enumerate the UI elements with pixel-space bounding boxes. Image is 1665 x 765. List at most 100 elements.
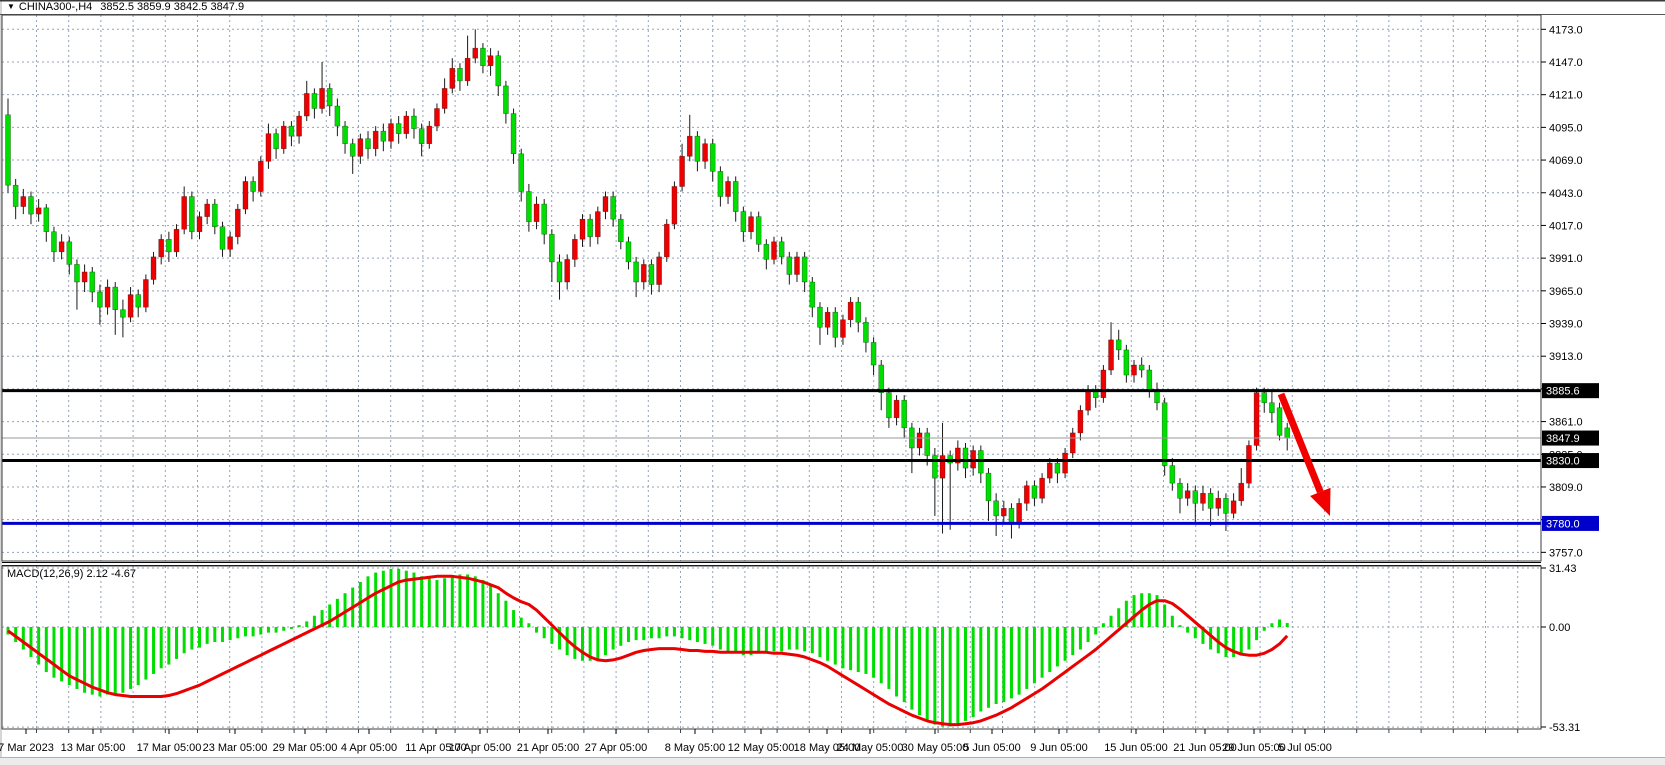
candle [158,238,164,258]
open-value: 3852.5 [100,1,134,13]
candle [633,261,639,283]
candle [679,155,685,187]
candle [916,432,923,449]
candle [303,93,310,117]
price-tick-label: 3913.0 [1549,351,1583,363]
candle [763,243,770,260]
price-badge: 3885.6 [1542,383,1599,399]
candle [403,115,410,134]
candle [832,311,839,338]
candle [227,236,233,250]
price-axis[interactable]: 4173.0 4147.0 4121.0 4095.0 4069.0 4043.0 4017… [1541,24,1583,734]
candle [66,241,73,265]
main-pane-border [1,14,1542,562]
date-tick-label: 13 Mar 05:00 [61,742,126,754]
candle [579,218,586,240]
candle [840,319,846,338]
price-tick-label: 4121.0 [1549,90,1583,102]
candle [572,238,578,260]
date-tick-label: 29 Jun 05:00 [1222,742,1286,754]
candle [150,256,157,280]
candle [617,218,624,243]
date-tick-label: 5 Jun 05:00 [963,742,1021,754]
candle [196,216,203,233]
chevron-down-icon[interactable]: ▼ [7,2,15,11]
candle [625,241,632,263]
symbol-name: CHINA300- [18,1,76,13]
price-tick-label: 3861.0 [1549,417,1583,429]
candle [181,196,187,230]
candle [1031,485,1038,499]
price-tick-label: 4069.0 [1549,155,1583,167]
candle [1100,369,1107,398]
candle [725,181,731,197]
candle [35,207,42,215]
candle [127,294,134,318]
candle [1184,490,1191,499]
candle [143,279,149,308]
price-chart-canvas[interactable]: 4173.0 4147.0 4121.0 4095.0 4069.0 4043.0 4017… [0,0,1665,765]
candles-group [5,29,1291,539]
candle [771,241,777,260]
candle [901,399,908,429]
price-tick-label: 3757.0 [1549,547,1583,559]
candle [886,392,892,419]
candle [801,256,808,283]
candle [671,186,678,225]
candle [1008,508,1015,524]
candle [1192,490,1199,504]
macd-tick-label: 0.00 [1549,622,1570,634]
macd-indicator-label: MACD(12,26,9) 2.12 -4.67 [7,568,136,580]
candle [602,196,609,212]
price-tick-label: 4173.0 [1549,24,1583,36]
candle [1046,462,1053,479]
close-value: 3847.9 [210,1,245,13]
candle [518,153,525,192]
candle [250,181,256,192]
candle [1069,432,1076,454]
macd-pane-border [1,565,1542,730]
candle [924,432,931,456]
candle [686,135,693,157]
candle [173,228,180,253]
candle [1169,465,1176,484]
macd-signal-line [7,574,1289,727]
date-tick-label: 12 May 05:00 [728,742,795,754]
date-tick-label: 5 Jul 05:00 [1278,742,1332,754]
candle [487,55,494,67]
date-tick-label: 4 Apr 05:00 [341,742,397,754]
price-tick-label: 4043.0 [1549,188,1583,200]
date-tick-label: 17 Apr 05:00 [449,742,511,754]
price-tick-label: 3965.0 [1549,286,1583,298]
candle [342,125,348,145]
high-value: 3859.9 [137,1,171,13]
candle [334,105,341,127]
candle [549,233,555,263]
candle [365,138,371,150]
candle [441,88,448,109]
candle [372,130,379,150]
level-lines[interactable] [2,389,1541,525]
price-tick-label: 4017.0 [1549,220,1583,232]
candle [1238,482,1245,502]
candle [166,238,172,253]
trend-arrow[interactable] [1277,392,1331,516]
candle [28,196,34,215]
candle [748,216,754,233]
candle [288,125,295,137]
candle [120,309,126,318]
trading-chart-window: 4173.0 4147.0 4121.0 4095.0 4069.0 4043.0 4017… [0,0,1665,765]
candle [449,67,456,89]
candle [962,447,969,469]
candle [51,231,57,253]
date-tick-label: 17 Mar 05:00 [137,742,202,754]
candle [434,108,440,127]
date-tick-label: 30 May 05:00 [902,742,969,754]
time-axis[interactable]: 7 Mar 2023 13 Mar 05:00 17 Mar 05:00 23 Mar… [0,729,1332,754]
candle [242,181,249,210]
candle [893,399,900,419]
candle [824,311,831,328]
candle [1276,407,1283,436]
candle [1223,497,1229,514]
candle [426,125,433,145]
